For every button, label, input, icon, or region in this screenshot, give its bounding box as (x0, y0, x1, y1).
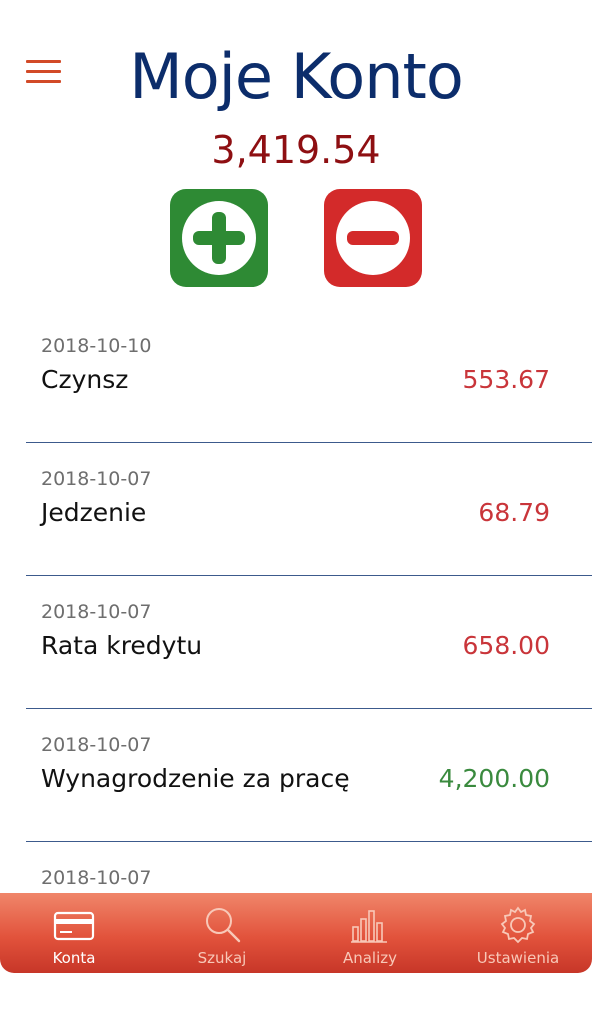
transaction-name: Jedzenie (41, 498, 147, 527)
transaction-row[interactable]: 2018-10-07 Jedzenie 68.79 (26, 443, 592, 576)
tab-analizy[interactable]: Analizy (296, 893, 444, 973)
transaction-date: 2018-10-07 (41, 601, 152, 623)
add-expense-button[interactable] (324, 189, 422, 287)
transaction-date: 2018-10-07 (41, 867, 152, 889)
transaction-amount: 553.67 (462, 365, 550, 394)
tab-bar: Konta Szukaj Analizy Ustawienia (0, 893, 592, 973)
gear-icon (500, 906, 536, 944)
transaction-name: Wynagrodzenie za pracę (41, 764, 350, 793)
transaction-row[interactable]: 2018-10-07 Rata kredytu 658.00 (26, 576, 592, 709)
transaction-row[interactable]: 2018-10-07 Wynagrodzenie za pracę 4,200.… (26, 709, 592, 842)
transaction-name: Rata kredytu (41, 631, 203, 660)
tab-label: Szukaj (197, 949, 247, 967)
bar-chart-icon (351, 910, 387, 943)
tab-label: Ustawienia (476, 949, 560, 967)
transaction-row[interactable]: 2018-10-10 Czynsz 553.67 (26, 310, 592, 443)
transaction-date: 2018-10-07 (41, 468, 152, 490)
tab-label: Konta (52, 949, 96, 967)
page-title: Moje Konto (129, 40, 464, 113)
transaction-date: 2018-10-07 (41, 734, 152, 756)
transaction-name: Czynsz (41, 365, 129, 394)
tab-szukaj[interactable]: Szukaj (148, 893, 296, 973)
tab-konta[interactable]: Konta (0, 893, 148, 973)
transaction-amount: 658.00 (462, 631, 550, 660)
transaction-amount: 68.79 (478, 498, 550, 527)
card-icon (53, 911, 95, 941)
tab-ustawienia[interactable]: Ustawienia (444, 893, 592, 973)
tab-label: Analizy (342, 949, 398, 967)
account-balance: 3,419.54 (211, 128, 381, 172)
transaction-date: 2018-10-10 (41, 335, 152, 357)
transaction-amount: 4,200.00 (438, 764, 550, 793)
transaction-list: 2018-10-10 Czynsz 553.67 2018-10-07 Jedz… (0, 310, 592, 975)
plus-circle-icon (182, 201, 256, 275)
add-income-button[interactable] (170, 189, 268, 287)
account-screen: Moje Konto 3,419.54 2018-10-10 Czynsz 55… (0, 0, 592, 1024)
minus-circle-icon (336, 201, 410, 275)
search-icon (206, 908, 241, 943)
